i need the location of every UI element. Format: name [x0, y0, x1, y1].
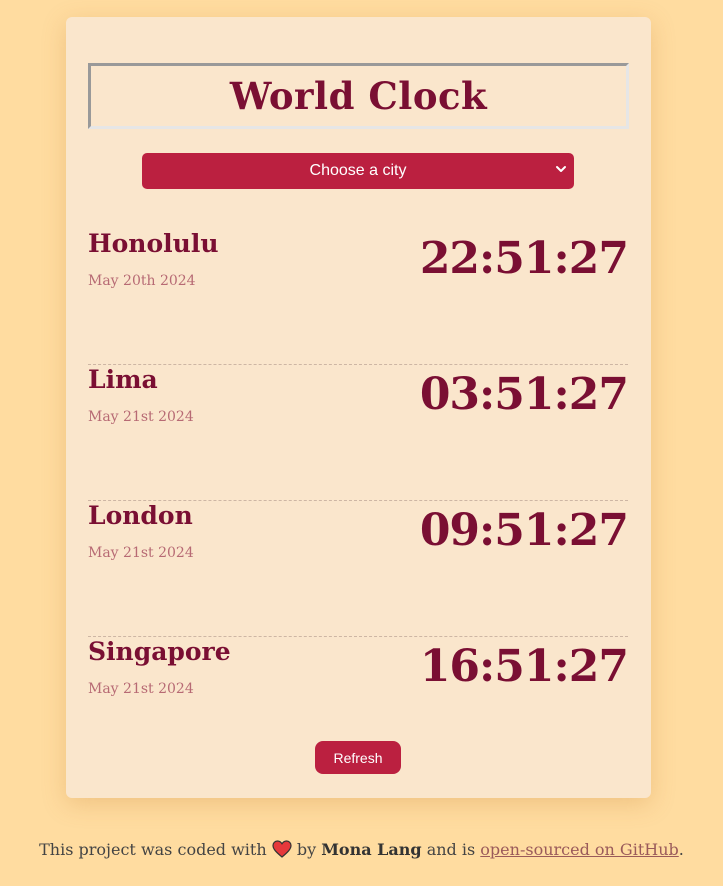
refresh-button[interactable]: Refresh	[315, 741, 401, 774]
author-name: Mona Lang	[321, 840, 422, 859]
city-name: Lima	[88, 365, 158, 394]
city-row-honolulu: Honolulu May 20th 2024 22:51:27	[88, 229, 629, 365]
world-clock-card: World Clock Choose a city Honolulu May 2…	[66, 17, 651, 798]
title-box: World Clock	[88, 63, 629, 129]
city-row-lima: Lima May 21st 2024 03:51:27	[88, 365, 629, 501]
chevron-down-icon	[556, 166, 566, 172]
github-link[interactable]: open-sourced on GitHub	[480, 840, 678, 859]
city-time: 03:51:27	[419, 369, 629, 420]
city-select[interactable]: Choose a city	[142, 153, 574, 189]
city-time: 16:51:27	[419, 641, 629, 692]
city-date: May 21st 2024	[88, 681, 194, 697]
city-name: Honolulu	[88, 229, 219, 258]
city-select-value: Choose a city	[309, 162, 407, 179]
city-name: Singapore	[88, 637, 231, 666]
footer-by: by	[296, 840, 317, 859]
footer-suffix: .	[678, 840, 684, 859]
city-time: 22:51:27	[419, 233, 629, 284]
footer-middle: and is	[426, 840, 476, 859]
city-date: May 21st 2024	[88, 545, 194, 561]
city-row-london: London May 21st 2024 09:51:27	[88, 501, 629, 637]
city-date: May 21st 2024	[88, 409, 194, 425]
footer: This project was coded with by Mona Lang…	[0, 840, 723, 859]
city-name: London	[88, 501, 193, 530]
city-date: May 20th 2024	[88, 273, 196, 289]
page-title: World Clock	[229, 74, 488, 118]
footer-prefix: This project was coded with	[39, 840, 267, 859]
city-row-singapore: Singapore May 21st 2024 16:51:27	[88, 637, 629, 727]
city-time: 09:51:27	[419, 505, 629, 556]
heart-icon	[272, 840, 292, 858]
